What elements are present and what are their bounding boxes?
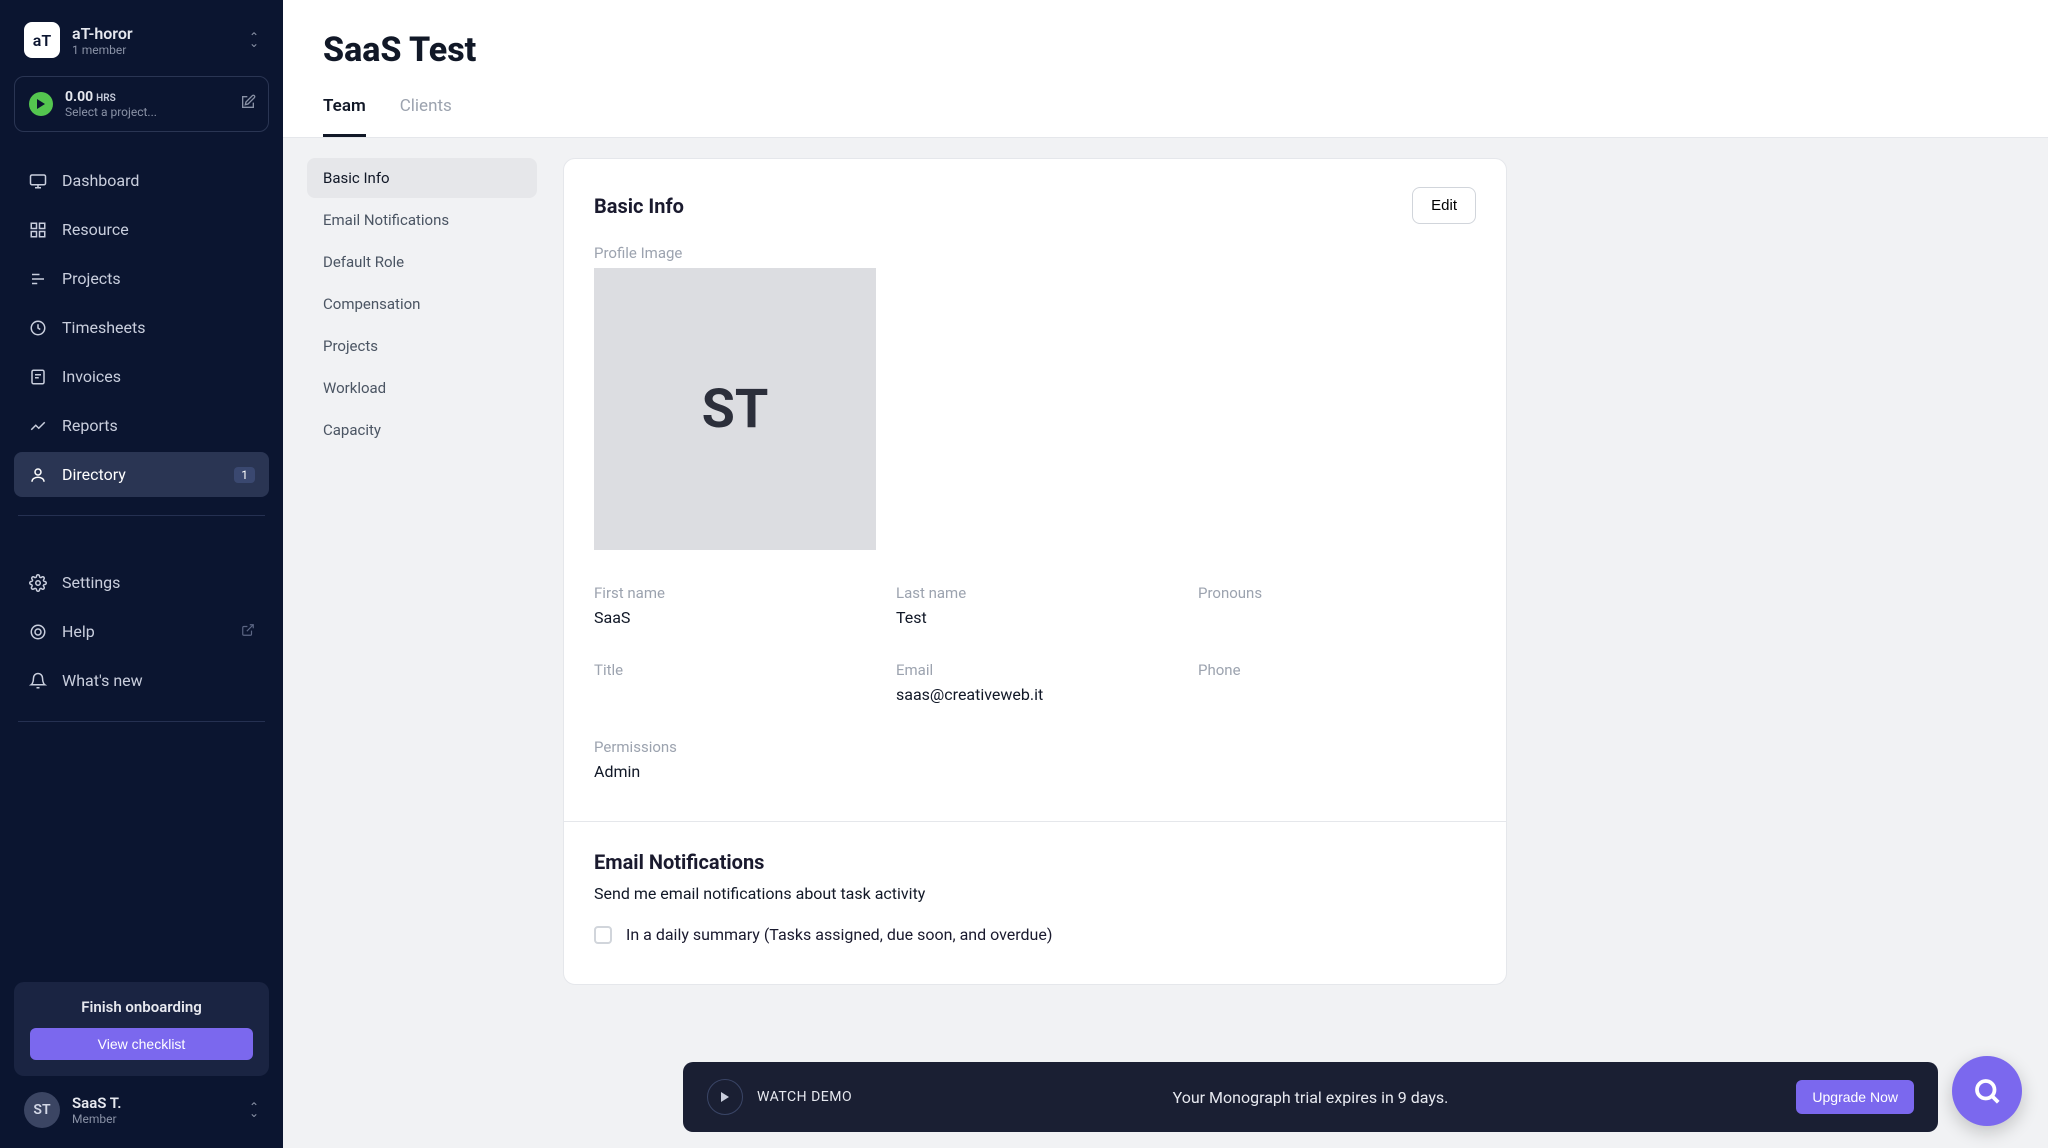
section-title: Email Notifications	[594, 850, 1476, 874]
field-last-name: Last name Test	[896, 584, 1174, 627]
chevron-updown-icon: ⌃⌄	[249, 34, 259, 46]
profile-image-placeholder: ST	[594, 268, 876, 550]
profile-image-label: Profile Image	[594, 244, 1476, 262]
trial-bar: WATCH DEMO Your Monograph trial expires …	[683, 1062, 1938, 1132]
avatar: ST	[24, 1092, 60, 1128]
grid-icon	[28, 221, 48, 239]
person-icon	[28, 466, 48, 484]
field-phone: Phone	[1198, 661, 1476, 704]
divider	[18, 515, 265, 516]
subnav-basic-info[interactable]: Basic Info	[307, 158, 537, 198]
profile-card: Basic Info Edit Profile Image ST First n…	[563, 158, 1507, 985]
nav-label: What's new	[62, 671, 143, 690]
nav-label: Reports	[62, 416, 118, 435]
nav-label: Help	[62, 622, 95, 641]
chart-icon	[28, 417, 48, 435]
field-permissions: Permissions Admin	[594, 738, 872, 781]
nav-directory[interactable]: Directory 1	[14, 452, 269, 497]
nav-dashboard[interactable]: Dashboard	[14, 158, 269, 203]
chevron-updown-icon: ⌃⌄	[249, 1104, 259, 1116]
subnav-workload[interactable]: Workload	[307, 368, 537, 408]
nav-badge: 1	[234, 467, 255, 483]
secondary-nav: Settings Help What's new	[14, 560, 269, 703]
view-checklist-button[interactable]: View checklist	[30, 1028, 253, 1060]
workspace-badge: aT	[24, 22, 60, 58]
nav-projects[interactable]: Projects	[14, 256, 269, 301]
tabs: Team Clients	[323, 96, 2008, 137]
nav-label: Timesheets	[62, 318, 145, 337]
nav-reports[interactable]: Reports	[14, 403, 269, 448]
edit-icon[interactable]	[240, 94, 256, 114]
timer-widget[interactable]: 0.00HRS Select a project...	[14, 76, 269, 132]
nav-resource[interactable]: Resource	[14, 207, 269, 252]
sidebar: aT aT-horor 1 member ⌃⌄ 0.00HRS Select a…	[0, 0, 283, 1148]
primary-nav: Dashboard Resource Projects Timesheets I…	[14, 158, 269, 497]
subnav-email-notifications[interactable]: Email Notifications	[307, 200, 537, 240]
subnav-capacity[interactable]: Capacity	[307, 410, 537, 450]
subnav-projects[interactable]: Projects	[307, 326, 537, 366]
section-basic-info: Basic Info Edit Profile Image ST First n…	[564, 159, 1506, 822]
nav-settings[interactable]: Settings	[14, 560, 269, 605]
watch-demo-link[interactable]: WATCH DEMO	[757, 1089, 852, 1105]
nav-label: Projects	[62, 269, 121, 288]
subnav-default-role[interactable]: Default Role	[307, 242, 537, 282]
bell-icon	[28, 672, 48, 690]
main: SaaS Test Team Clients Basic Info Email …	[283, 0, 2048, 1148]
section-email-notifications: Email Notifications Send me email notifi…	[564, 822, 1506, 984]
section-subtitle: Send me email notifications about task a…	[594, 884, 1476, 903]
search-fab[interactable]	[1952, 1056, 2022, 1126]
nav-label: Settings	[62, 573, 120, 592]
field-pronouns: Pronouns	[1198, 584, 1476, 627]
play-outline-icon[interactable]	[707, 1079, 743, 1115]
play-icon[interactable]	[29, 92, 53, 116]
nav-help[interactable]: Help	[14, 609, 269, 654]
nav-label: Invoices	[62, 367, 121, 386]
nav-timesheets[interactable]: Timesheets	[14, 305, 269, 350]
upgrade-button[interactable]: Upgrade Now	[1796, 1080, 1914, 1114]
header: SaaS Test Team Clients	[283, 0, 2048, 138]
monitor-icon	[28, 172, 48, 190]
gear-icon	[28, 574, 48, 592]
section-subnav: Basic Info Email Notifications Default R…	[307, 158, 537, 985]
edit-button[interactable]: Edit	[1412, 187, 1476, 224]
user-menu[interactable]: ST SaaS T. Member ⌃⌄	[14, 1076, 269, 1134]
tab-team[interactable]: Team	[323, 96, 366, 137]
bars-icon	[28, 270, 48, 288]
page-title: SaaS Test	[323, 30, 2008, 70]
onboarding-title: Finish onboarding	[30, 998, 253, 1016]
field-title: Title	[594, 661, 872, 704]
timer-hours: 0.00HRS	[65, 89, 157, 105]
tab-clients[interactable]: Clients	[400, 96, 452, 137]
clock-icon	[28, 319, 48, 337]
notif-daily-summary[interactable]: In a daily summary (Tasks assigned, due …	[594, 925, 1476, 944]
workspace-switcher[interactable]: aT aT-horor 1 member ⌃⌄	[14, 0, 269, 76]
checkbox-icon[interactable]	[594, 926, 612, 944]
external-link-icon	[241, 622, 255, 641]
nav-label: Dashboard	[62, 171, 139, 190]
divider	[18, 721, 265, 722]
content-body: Basic Info Email Notifications Default R…	[283, 138, 2048, 1105]
nav-label: Directory	[62, 465, 126, 484]
help-icon	[28, 623, 48, 641]
field-first-name: First name SaaS	[594, 584, 872, 627]
invoice-icon	[28, 368, 48, 386]
section-title: Basic Info	[594, 194, 684, 218]
trial-message: Your Monograph trial expires in 9 days.	[1173, 1088, 1449, 1107]
field-email: Email saas@creativeweb.it	[896, 661, 1174, 704]
search-icon	[1972, 1076, 2002, 1106]
nav-label: Resource	[62, 220, 129, 239]
timer-project-label: Select a project...	[65, 105, 157, 119]
nav-whatsnew[interactable]: What's new	[14, 658, 269, 703]
nav-invoices[interactable]: Invoices	[14, 354, 269, 399]
onboarding-card: Finish onboarding View checklist	[14, 982, 269, 1076]
user-name: SaaS T.	[72, 1094, 122, 1112]
user-role: Member	[72, 1112, 122, 1126]
workspace-members: 1 member	[72, 43, 133, 57]
checkbox-label: In a daily summary (Tasks assigned, due …	[626, 925, 1052, 944]
workspace-name: aT-horor	[72, 24, 133, 43]
subnav-compensation[interactable]: Compensation	[307, 284, 537, 324]
